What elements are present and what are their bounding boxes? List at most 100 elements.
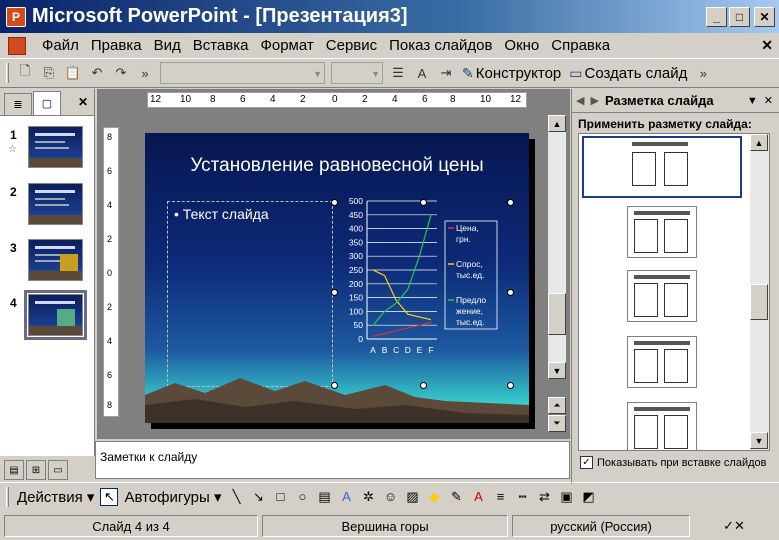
arrow-style-icon[interactable]: ⇄ bbox=[535, 488, 553, 506]
selection-handle[interactable] bbox=[331, 289, 338, 296]
tab-outline[interactable]: ≣ bbox=[4, 93, 32, 115]
font-name-combo[interactable]: ▼ bbox=[160, 62, 325, 84]
select-pointer-icon[interactable]: ↖ bbox=[100, 487, 119, 506]
slide-thumbnail-1[interactable] bbox=[28, 126, 83, 168]
designer-button[interactable]: ✎ Конструктор bbox=[462, 65, 561, 82]
slide-vertical-scrollbar[interactable]: ▲ ▼ bbox=[548, 115, 566, 379]
minimize-button[interactable]: _ bbox=[706, 6, 727, 27]
bullets-icon[interactable]: ☰ bbox=[388, 63, 408, 83]
selection-handle[interactable] bbox=[507, 289, 514, 296]
notes-pane[interactable]: Заметки к слайду bbox=[95, 441, 570, 479]
toolbar-overflow-icon[interactable]: » bbox=[135, 63, 155, 83]
layout-option[interactable] bbox=[627, 336, 697, 388]
diagram-icon[interactable]: ✲ bbox=[359, 488, 377, 506]
next-slide-icon[interactable]: ⏷ bbox=[548, 415, 566, 432]
slide-thumbnail-4[interactable] bbox=[24, 290, 87, 340]
layout-scrollbar[interactable]: ▲ ▼ bbox=[750, 134, 769, 450]
scroll-thumb[interactable] bbox=[548, 293, 566, 335]
menu-insert[interactable]: Вставка bbox=[187, 37, 255, 54]
selection-handle[interactable] bbox=[507, 199, 514, 206]
toolbar-grip[interactable] bbox=[6, 63, 9, 83]
slide-title[interactable]: Установление равновесной цены bbox=[145, 155, 529, 177]
line-chart[interactable]: 0 50 100 150 200 250 300 350 400 450 500 A B C D E F Цена… bbox=[335, 195, 507, 385]
new-slide-button[interactable]: ▭ Создать слайд bbox=[569, 65, 687, 82]
selection-handle[interactable] bbox=[420, 382, 427, 389]
menu-window[interactable]: Окно bbox=[498, 37, 545, 54]
menu-view[interactable]: Вид bbox=[148, 37, 187, 54]
forward-icon[interactable]: ▶ bbox=[590, 94, 598, 107]
back-icon[interactable]: ◀ bbox=[576, 94, 584, 107]
shadow-icon[interactable]: ▣ bbox=[557, 488, 575, 506]
selection-handle[interactable] bbox=[420, 199, 427, 206]
selection-handle[interactable] bbox=[507, 382, 514, 389]
task-pane-menu-icon[interactable]: ▼ bbox=[747, 95, 758, 107]
maximize-button[interactable]: □ bbox=[729, 6, 750, 27]
menu-file[interactable]: Файл bbox=[36, 37, 85, 54]
slide-thumbnail-3[interactable] bbox=[28, 239, 83, 281]
spellcheck-icon[interactable]: ✓✕ bbox=[694, 515, 774, 537]
scroll-thumb[interactable] bbox=[750, 284, 768, 320]
textbox-icon[interactable]: ▤ bbox=[315, 488, 333, 506]
scroll-down-icon[interactable]: ▼ bbox=[548, 362, 566, 379]
body-placeholder[interactable]: • Текст слайда bbox=[167, 201, 333, 387]
layout-option-selected[interactable] bbox=[582, 136, 742, 198]
dash-style-icon[interactable]: ┅ bbox=[513, 488, 531, 506]
paste-icon[interactable]: 📋 bbox=[63, 63, 83, 83]
close-button[interactable]: ✕ bbox=[754, 6, 775, 27]
actions-menu[interactable]: Действия ▾ bbox=[17, 488, 94, 506]
selection-handle[interactable] bbox=[331, 382, 338, 389]
rectangle-icon[interactable]: □ bbox=[271, 488, 289, 506]
toolbar-grip[interactable] bbox=[6, 486, 9, 507]
scroll-up-icon[interactable]: ▲ bbox=[548, 115, 566, 132]
menu-format[interactable]: Формат bbox=[254, 37, 319, 54]
wordart-icon[interactable]: A bbox=[337, 488, 355, 506]
fill-color-icon[interactable]: ◆ bbox=[425, 488, 443, 506]
menu-edit[interactable]: Правка bbox=[85, 37, 148, 54]
previous-slide-icon[interactable]: ⏶ bbox=[548, 397, 566, 414]
checkbox-check-icon[interactable]: ✓ bbox=[580, 456, 593, 469]
font-color-icon[interactable]: A bbox=[469, 488, 487, 506]
show-on-insert-checkbox[interactable]: ✓ Показывать при вставке слайдов bbox=[580, 456, 767, 469]
slide-thumbnail-2[interactable] bbox=[28, 183, 83, 225]
document-close-icon[interactable]: ✕ bbox=[761, 37, 773, 54]
menu-tools[interactable]: Сервис bbox=[320, 37, 383, 54]
clipart-icon[interactable]: ☺ bbox=[381, 488, 399, 506]
slideshow-view-button[interactable]: ▭ bbox=[48, 460, 68, 480]
redo-icon[interactable]: ↷ bbox=[111, 63, 131, 83]
slide-thumb-row-4[interactable]: 4 bbox=[0, 290, 94, 344]
slide-thumb-row-2[interactable]: 2 bbox=[0, 183, 94, 233]
picture-icon[interactable]: ▨ bbox=[403, 488, 421, 506]
autoshapes-menu[interactable]: Автофигуры ▾ bbox=[124, 488, 221, 506]
menu-slideshow[interactable]: Показ слайдов bbox=[383, 37, 498, 54]
copy-icon[interactable]: ⎘ bbox=[39, 63, 59, 83]
oval-icon[interactable]: ○ bbox=[293, 488, 311, 506]
menu-help[interactable]: Справка bbox=[545, 37, 616, 54]
powerpoint-app-icon[interactable]: P bbox=[6, 6, 26, 27]
horizontal-ruler[interactable]: 12 10 8 6 4 2 0 2 4 6 8 10 12 bbox=[147, 92, 527, 108]
scroll-up-icon[interactable]: ▲ bbox=[750, 134, 768, 151]
slide-canvas[interactable]: Установление равновесной цены • Текст сл… bbox=[145, 133, 529, 423]
new-document-icon[interactable]: 🗋 bbox=[15, 63, 35, 83]
font-grow-icon[interactable]: A bbox=[412, 63, 432, 83]
slide-thumb-row-1[interactable]: 1 ☆ bbox=[0, 126, 94, 176]
toolbar-overflow-icon-2[interactable]: » bbox=[693, 63, 713, 83]
task-pane-close-icon[interactable]: ✕ bbox=[764, 94, 773, 107]
line-icon[interactable]: ╲ bbox=[227, 488, 245, 506]
line-color-icon[interactable]: ✎ bbox=[447, 488, 465, 506]
indent-icon[interactable]: ⇥ bbox=[436, 63, 456, 83]
tab-slides[interactable]: ▢ bbox=[33, 91, 61, 115]
slide-thumb-row-3[interactable]: 3 bbox=[0, 239, 94, 289]
selection-handle[interactable] bbox=[331, 199, 338, 206]
layout-option[interactable] bbox=[627, 270, 697, 322]
slide-sorter-view-button[interactable]: ⊞ bbox=[26, 460, 46, 480]
font-size-combo[interactable]: ▼ bbox=[331, 62, 383, 84]
normal-view-button[interactable]: ▤ bbox=[4, 460, 24, 480]
3d-icon[interactable]: ◩ bbox=[579, 488, 597, 506]
undo-icon[interactable]: ↶ bbox=[87, 63, 107, 83]
vertical-ruler[interactable]: 8 6 4 2 0 2 4 6 8 bbox=[103, 127, 119, 417]
line-style-icon[interactable]: ≡ bbox=[491, 488, 509, 506]
document-icon[interactable] bbox=[8, 36, 26, 55]
layout-option[interactable] bbox=[627, 206, 697, 258]
layout-option[interactable] bbox=[627, 402, 697, 450]
pane-close-icon[interactable]: ✕ bbox=[78, 95, 88, 109]
